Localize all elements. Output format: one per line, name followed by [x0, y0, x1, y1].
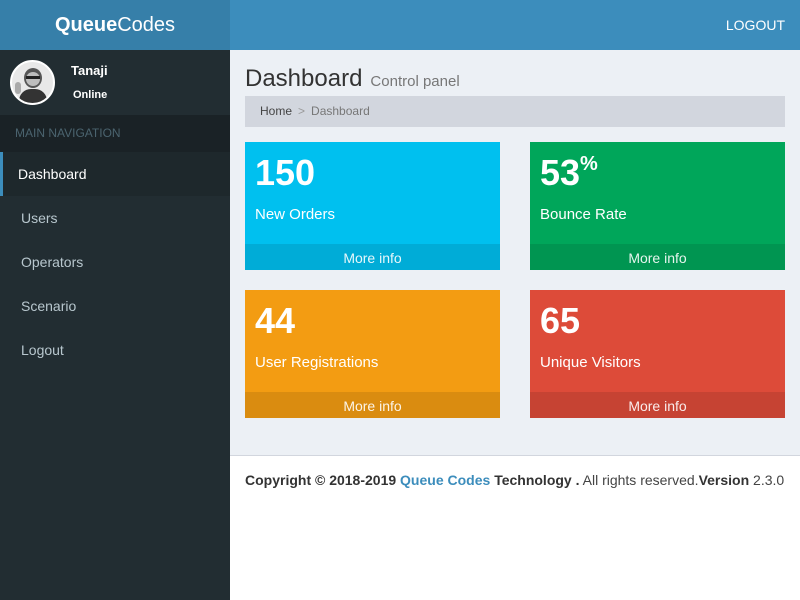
footer-company-suffix: Technology .	[494, 472, 580, 488]
footer-version-label: Version	[698, 472, 750, 488]
stat-box-new-orders: 150 New Orders More info	[245, 142, 500, 270]
footer-text: Copyright © 2018-2019 Queue Codes Techno…	[245, 472, 784, 488]
brand-logo-bold: Queue	[54, 13, 118, 36]
breadcrumb-current: Dashboard	[311, 104, 370, 118]
stat-value: 150	[255, 152, 316, 193]
page-title: Dashboard Control panel	[245, 65, 460, 93]
main-footer: Copyright © 2018-2019 Queue Codes Techno…	[230, 455, 800, 600]
stat-label: Bounce Rate	[540, 206, 627, 223]
sidebar-item-operators[interactable]: Operators	[0, 240, 230, 284]
sidebar-item-scenario[interactable]: Scenario	[0, 284, 230, 328]
top-navbar: LOGOUT	[230, 0, 800, 50]
stat-box-bounce-rate: 53% Bounce Rate More info	[530, 142, 785, 270]
more-info-link[interactable]: More info	[245, 392, 500, 418]
sidebar: Queue Codes Tanaji Online MAIN NAVIGATION…	[0, 0, 230, 600]
sidebar-item-users[interactable]: Users	[0, 196, 230, 240]
footer-copyright: Copyright © 2018-2019	[245, 472, 397, 488]
logout-link[interactable]: LOGOUT	[726, 17, 785, 33]
footer-company-link[interactable]: Queue Codes	[400, 472, 490, 488]
brand-logo-regular: Codes	[117, 13, 176, 36]
stat-label: New Orders	[255, 206, 336, 223]
user-avatar	[10, 60, 55, 105]
sidebar-item-dashboard[interactable]: Dashboard	[0, 152, 230, 196]
user-status: Online	[73, 89, 108, 101]
breadcrumb: Home > Dashboard	[245, 96, 785, 127]
stat-value: 65	[540, 300, 581, 341]
stat-label: Unique Visitors	[540, 354, 641, 371]
stat-value: 44	[255, 300, 296, 341]
stat-value: 53%	[540, 152, 598, 193]
main-content: Dashboard Control panel Home > Dashboard 15…	[230, 50, 800, 455]
more-info-link[interactable]: More info	[530, 392, 785, 418]
brand-logo[interactable]: Queue Codes	[0, 0, 230, 50]
stat-box-unique-visitors: 65 Unique Visitors More info	[530, 290, 785, 418]
page-title-text: Dashboard	[245, 65, 363, 92]
nav-header: MAIN NAVIGATION	[0, 115, 230, 152]
stat-label: User Registrations	[255, 354, 379, 371]
more-info-link[interactable]: More info	[245, 244, 500, 270]
user-panel: Tanaji Online	[0, 50, 230, 115]
sidebar-item-logout[interactable]: Logout	[0, 328, 230, 372]
page-subtitle: Control panel	[370, 73, 460, 90]
stat-box-user-registrations: 44 User Registrations More info	[245, 290, 500, 418]
footer-rights: All rights reserved.	[582, 472, 699, 488]
more-info-link[interactable]: More info	[530, 244, 785, 270]
footer-version: 2.3.0	[753, 472, 785, 488]
breadcrumb-home[interactable]: Home	[260, 104, 292, 118]
breadcrumb-separator: >	[298, 104, 306, 118]
user-name: Tanaji	[71, 63, 108, 78]
